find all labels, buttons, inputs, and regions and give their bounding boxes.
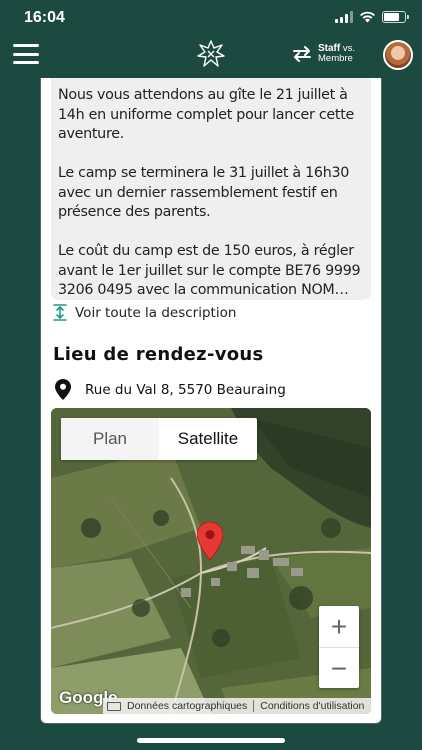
menu-icon[interactable] (13, 44, 39, 64)
map-type-toggle: Plan Satellite (61, 418, 257, 460)
wifi-icon (360, 11, 375, 23)
satellite-map[interactable]: Plan Satellite + − Google Données cartog… (51, 408, 371, 714)
home-indicator[interactable] (137, 738, 285, 743)
scout-logo-icon (197, 40, 225, 67)
meeting-address[interactable]: Rue du Val 8, 5570 Beauraing (55, 379, 286, 400)
battery-icon (382, 11, 409, 23)
swap-arrows-icon (293, 46, 311, 62)
zoom-out-button[interactable]: − (319, 648, 359, 689)
terms-of-use-link[interactable]: Conditions d'utilisation (260, 700, 364, 712)
staff-member-switch[interactable]: Staff vs. Membre (292, 44, 355, 64)
see-all-label: Voir toute la description (75, 304, 237, 321)
map-zoom-controls: + − (319, 606, 359, 688)
map-attribution: Données cartographiques Conditions d'uti… (103, 698, 371, 714)
see-all-description-link[interactable]: Voir toute la description (53, 304, 236, 321)
event-detail-card: Nous vous attendons au gîte le 21 juille… (40, 78, 382, 724)
map-type-satellite-button[interactable]: Satellite (159, 418, 257, 460)
status-icons (335, 11, 409, 23)
status-time: 16:04 (24, 9, 65, 26)
status-bar: 16:04 (0, 0, 422, 36)
event-description: Nous vous attendons au gîte le 21 juille… (51, 78, 371, 300)
map-data-link[interactable]: Données cartographiques (127, 700, 247, 712)
location-pin-icon (55, 379, 71, 400)
expand-vertical-icon (53, 304, 67, 321)
address-text: Rue du Val 8, 5570 Beauraing (85, 381, 286, 398)
app-header: Staff vs. Membre (0, 36, 422, 76)
description-paragraph: Le camp se terminera le 31 juillet à 16h… (58, 165, 350, 220)
meeting-point-title: Lieu de rendez-vous (53, 344, 264, 365)
description-paragraph: Nous vous attendons au gîte le 21 juille… (58, 87, 355, 142)
cellular-signal-icon (335, 11, 353, 23)
zoom-in-button[interactable]: + (319, 606, 359, 647)
map-marker-icon[interactable] (197, 522, 223, 560)
description-paragraph: Le coût du camp est de 150 euros, à régl… (58, 243, 361, 298)
switch-label: Staff vs. Membre (318, 43, 356, 64)
attribution-divider (253, 700, 255, 712)
map-type-plan-button[interactable]: Plan (61, 418, 159, 460)
user-avatar[interactable] (383, 40, 413, 70)
keyboard-shortcuts-icon[interactable] (107, 701, 121, 711)
